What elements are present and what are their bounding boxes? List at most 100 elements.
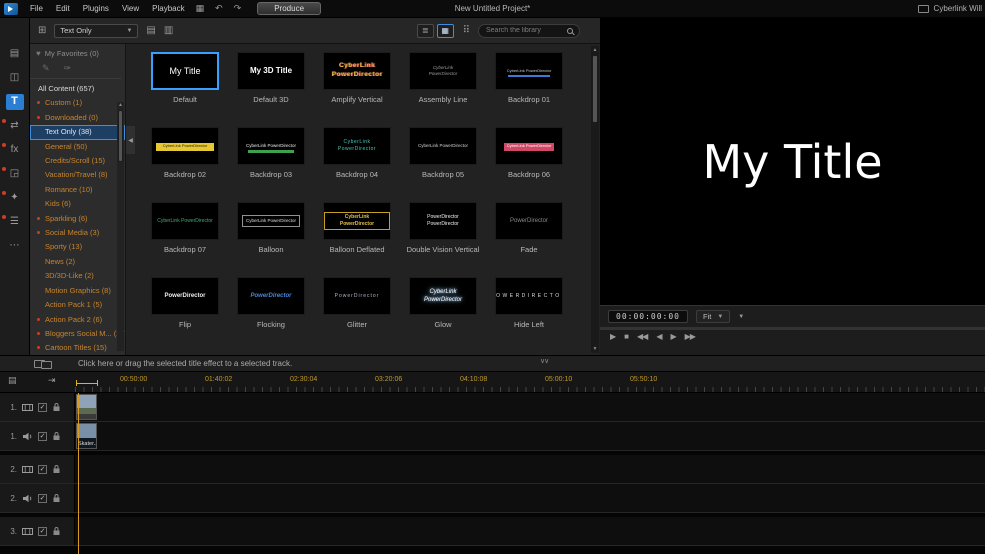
track-enable-checkbox[interactable]: ✓ [38, 464, 47, 474]
search-input[interactable] [486, 24, 566, 37]
title-template-thumbnail[interactable]: CyberLink PowerDirector [323, 52, 391, 90]
media-room-button[interactable]: ▤ [0, 44, 30, 63]
brush-icon[interactable]: ✑ [64, 63, 72, 74]
particle-room-button[interactable]: ✦ [0, 188, 30, 207]
search-icon[interactable] [567, 27, 573, 34]
category-sparkling[interactable]: Sparkling (6) [30, 212, 125, 226]
cast-icon[interactable] [917, 4, 929, 13]
grid-scrollbar[interactable]: ▲ ▼ [591, 46, 599, 353]
title-template-default[interactable]: My Title Default [142, 52, 228, 127]
category-bloggers-social-m[interactable]: Bloggers Social M... (27) [30, 327, 125, 341]
track-header[interactable]: 1. ✓ [0, 393, 75, 421]
list-view-icon[interactable]: ≣ [416, 23, 434, 38]
play-button[interactable]: ▶ [610, 333, 616, 341]
library-filter-dropdown[interactable]: Text Only ▼ [54, 23, 139, 38]
title-template-flip[interactable]: PowerDirector Flip [142, 277, 228, 352]
library-menu-icon[interactable]: ⠿ [463, 25, 470, 36]
title-template-backdrop-01[interactable]: CyberLink PowerDirector Backdrop 01 [486, 52, 572, 127]
track-lane[interactable] [75, 455, 985, 483]
collapse-category-arrow[interactable]: ◀ [126, 126, 135, 154]
title-template-assembly-line[interactable]: CyberLink PowerDirector Assembly Line [400, 52, 486, 127]
title-template-thumbnail[interactable]: PowerDirector PowerDirector [409, 202, 477, 240]
title-template-backdrop-05[interactable]: CyberLink PowerDirector Backdrop 05 [400, 127, 486, 202]
title-template-default-3d[interactable]: My 3D Title Default 3D [228, 52, 314, 127]
pip-objects-room-button[interactable]: ◲ [0, 164, 30, 183]
title-template-thumbnail[interactable]: CyberLink PowerDirector [151, 202, 219, 240]
title-template-backdrop-02[interactable]: CyberLink PowerDirector Backdrop 02 [142, 127, 228, 202]
track-enable-checkbox[interactable]: ✓ [38, 431, 47, 441]
collapse-panel-chevrons[interactable]: ∨∨ [540, 357, 549, 365]
menu-view[interactable]: View [122, 4, 139, 13]
title-template-double-vision-vertical[interactable]: PowerDirector PowerDirector Double Visio… [400, 202, 486, 277]
track-header[interactable]: 1. ✓ [0, 422, 75, 450]
timeline-clip-video[interactable] [76, 394, 97, 420]
title-template-fade[interactable]: PowerDirector Fade [486, 202, 572, 277]
track-header[interactable]: 2. ✓ [0, 455, 75, 483]
more-rooms-button[interactable]: ⋯ [0, 236, 30, 255]
ruler-lane[interactable]: 00:50:00 01:40:02 02:30:04 03:20:06 04:10:08… [75, 372, 985, 392]
title-template-glow[interactable]: CyberLink PowerDirector Glow [400, 277, 486, 352]
title-template-glitter[interactable]: PowerDirector Glitter [314, 277, 400, 352]
title-template-thumbnail[interactable]: POWERDIRECTOR [495, 277, 563, 315]
menu-file[interactable]: File [30, 4, 43, 13]
pen-icon[interactable]: ✎ [42, 63, 50, 74]
lock-icon[interactable] [52, 402, 61, 412]
timeline-clip-audio[interactable]: Skater... [76, 423, 97, 449]
title-template-amplify-vertical[interactable]: CyberLink PowerDirector Amplify Vertical [314, 52, 400, 127]
playhead[interactable] [78, 393, 79, 554]
category-sporty[interactable]: Sporty (13) [30, 240, 125, 254]
category-news[interactable]: News (2) [30, 255, 125, 269]
title-template-thumbnail[interactable]: CyberLink PowerDirector [237, 202, 305, 240]
preview-quality-dropdown[interactable]: ▼ [738, 314, 744, 320]
title-template-backdrop-03[interactable]: CyberLink PowerDirector Backdrop 03 [228, 127, 314, 202]
title-template-thumbnail[interactable]: CyberLink PowerDirector [323, 202, 391, 240]
menu-plugins[interactable]: Plugins [83, 4, 109, 13]
title-template-thumbnail[interactable]: My Title [151, 52, 219, 90]
timecode-display[interactable]: 00:00:00:00 [608, 310, 688, 323]
templates-room-button[interactable]: ◫ [0, 68, 30, 87]
title-template-thumbnail[interactable]: PowerDirector [237, 277, 305, 315]
status-hint[interactable]: Click here or drag the selected title ef… [78, 359, 292, 368]
new-title-icon[interactable]: ▤ [146, 25, 155, 36]
grid-view-icon[interactable]: ▦ [436, 23, 454, 38]
subtitle-room-button[interactable]: ☰ [0, 212, 30, 231]
category-custom[interactable]: Custom (1) [30, 96, 125, 110]
title-template-thumbnail[interactable]: CyberLink PowerDirector [409, 277, 477, 315]
lock-icon[interactable] [52, 493, 61, 503]
lock-icon[interactable] [52, 431, 61, 441]
track-lane[interactable]: Skater... [75, 422, 985, 450]
title-template-thumbnail[interactable]: PowerDirector [495, 202, 563, 240]
account-area[interactable]: Cyberlink Will [917, 4, 982, 13]
track-lane[interactable] [75, 517, 985, 545]
favorites-row[interactable]: ♥ My Favorites (0) [30, 44, 125, 61]
preview-title-object[interactable]: My Title [702, 135, 882, 189]
scroll-up-icon[interactable]: ▲ [591, 46, 599, 54]
category-credits-scroll[interactable]: Credits/Scroll (15) [30, 154, 125, 168]
timeline-ruler[interactable]: ▤ ⇥ 00:50:00 01:40:02 02:30:04 03:20:06 04:1… [0, 372, 985, 393]
rewind-button[interactable]: ◀◀ [637, 333, 648, 341]
category-general[interactable]: General (50) [30, 140, 125, 154]
category-romance[interactable]: Romance (10) [30, 183, 125, 197]
lock-icon[interactable] [52, 526, 61, 536]
rooms-grid-icon[interactable]: ▦ [196, 4, 205, 13]
category-motion-graphics[interactable]: Motion Graphics (8) [30, 284, 125, 298]
title-template-hide-left[interactable]: POWERDIRECTOR Hide Left [486, 277, 572, 352]
title-template-balloon-deflated[interactable]: CyberLink PowerDirector Balloon Deflated [314, 202, 400, 277]
effect-room-button[interactable]: fx [0, 140, 30, 159]
category-cartoon-titles[interactable]: Cartoon Titles (15) [30, 341, 125, 355]
track-manager-icon[interactable]: ▤ [8, 376, 17, 385]
ruler-range-handle[interactable] [76, 380, 98, 386]
track-header[interactable]: 3. ✓ [0, 517, 75, 545]
dual-display-icon[interactable] [41, 361, 52, 369]
track-header[interactable]: 2. ✓ [0, 484, 75, 512]
save-template-icon[interactable]: ▥ [164, 25, 173, 36]
scrollbar-thumb[interactable] [592, 55, 598, 123]
title-template-thumbnail[interactable]: PowerDirector [323, 277, 391, 315]
track-enable-checkbox[interactable]: ✓ [38, 526, 47, 536]
category-action-pack-2[interactable]: Action Pack 2 (6) [30, 313, 125, 327]
title-template-thumbnail[interactable]: CyberLink PowerDirector [409, 52, 477, 90]
scrollbar-thumb[interactable] [118, 110, 123, 162]
track-lane[interactable] [75, 393, 985, 421]
menu-playback[interactable]: Playback [152, 4, 184, 13]
title-template-thumbnail[interactable]: CyberLink PowerDirector [151, 127, 219, 165]
